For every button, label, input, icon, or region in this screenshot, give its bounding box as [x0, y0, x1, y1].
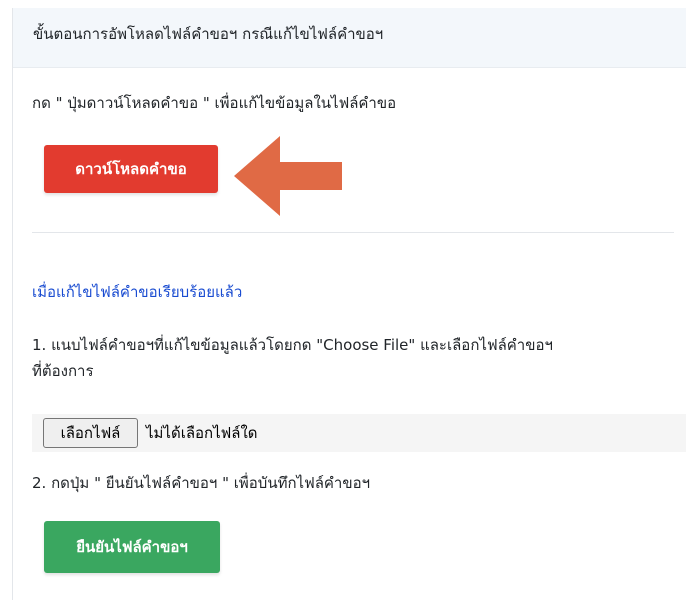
- step2-instruction: 2. กดปุ่ม " ยืนยันไฟล์คำขอฯ " เพื่อบันทึ…: [32, 474, 371, 492]
- panel-title: ขั้นตอนการอัพโหลดไฟล์คำขอฯ กรณีแก้ไขไฟล์…: [33, 25, 384, 43]
- step1-instruction-line2: ที่ต้องการ: [32, 362, 94, 380]
- download-request-button[interactable]: ดาวน์โหลดคำขอ: [44, 145, 218, 193]
- download-instruction: กด " ปุ่มดาวน์โหลดคำขอ " เพื่อแก้ไขข้อมู…: [32, 94, 397, 112]
- file-input: เลือกไฟล์ ไม่ได้เลือกไฟล์ใด: [32, 414, 686, 452]
- section-divider: [32, 232, 674, 233]
- arrow-left-icon: [234, 136, 342, 216]
- file-status-text: ไม่ได้เลือกไฟล์ใด: [146, 424, 258, 442]
- upload-section-heading: เมื่อแก้ไขไฟล์คำขอเรียบร้อยแล้ว: [32, 283, 243, 301]
- confirm-file-button[interactable]: ยืนยันไฟล์คำขอฯ: [44, 521, 220, 573]
- choose-file-button[interactable]: เลือกไฟล์: [43, 418, 138, 448]
- panel-header: ขั้นตอนการอัพโหลดไฟล์คำขอฯ กรณีแก้ไขไฟล์…: [13, 8, 686, 68]
- step1-instruction-line1: 1. แนบไฟล์คำขอฯที่แก้ไขข้อมูลแล้วโดยกด "…: [32, 336, 553, 354]
